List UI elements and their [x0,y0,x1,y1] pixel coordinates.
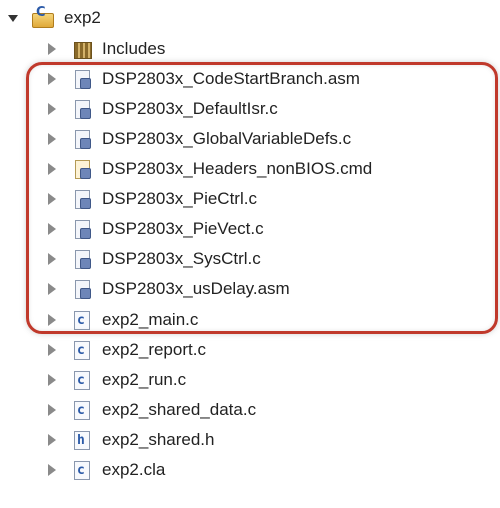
tree-node-label: DSP2803x_usDelay.asm [102,279,290,298]
project-folder-icon [32,5,54,28]
tree-node-includes[interactable]: Includes [0,34,500,64]
linked-cmd-file-icon [72,159,92,179]
expand-arrow-icon[interactable] [48,404,56,416]
project-name: exp2 [64,8,101,27]
linked-file-icon [72,279,92,299]
tree-node-label: DSP2803x_GlobalVariableDefs.c [102,129,352,148]
tree-node-label: exp2_shared.h [102,430,215,449]
library-folder-icon [72,39,92,59]
tree-node-label: DSP2803x_PieCtrl.c [102,189,257,208]
expand-arrow-icon[interactable] [48,223,56,235]
tree-node-file[interactable]: DSP2803x_SysCtrl.c [0,244,500,274]
tree-node-label: exp2_main.c [102,310,199,329]
c-file-icon: c [74,401,90,420]
tree-node-label: DSP2803x_DefaultIsr.c [102,99,278,118]
tree-node-file[interactable]: DSP2803x_PieCtrl.c [0,184,500,214]
tree-node-file[interactable]: DSP2803x_DefaultIsr.c [0,94,500,124]
tree-node-project[interactable]: exp2 [0,3,500,33]
c-file-icon: c [74,461,90,480]
tree-node-file[interactable]: h exp2_shared.h [0,425,500,455]
tree-node-label: DSP2803x_PieVect.c [102,219,264,238]
linked-file-icon [72,219,92,239]
tree-node-label: exp2_run.c [102,370,187,389]
tree-node-label: exp2.cla [102,460,166,479]
expand-arrow-icon[interactable] [48,314,56,326]
linked-file-icon [72,69,92,89]
tree-node-label: exp2_shared_data.c [102,400,257,419]
c-file-icon: c [74,341,90,360]
tree-node-file[interactable]: c exp2_report.c [0,335,500,365]
tree-node-file[interactable]: DSP2803x_Headers_nonBIOS.cmd [0,154,500,184]
tree-node-file[interactable]: DSP2803x_usDelay.asm [0,274,500,304]
linked-file-icon [72,99,92,119]
tree-node-file[interactable]: DSP2803x_GlobalVariableDefs.c [0,124,500,154]
tree-node-label: exp2_report.c [102,340,206,359]
expand-arrow-icon[interactable] [48,283,56,295]
h-file-icon: h [74,431,90,450]
tree-node-file[interactable]: c exp2_run.c [0,365,500,395]
expand-arrow-icon[interactable] [48,43,56,55]
tree-node-file[interactable]: c exp2_shared_data.c [0,395,500,425]
tree-node-label: Includes [102,39,166,58]
c-file-icon: c [74,371,90,390]
linked-file-icon [72,189,92,209]
c-file-icon: c [74,311,90,330]
tree-node-file[interactable]: DSP2803x_PieVect.c [0,214,500,244]
tree-node-label: DSP2803x_Headers_nonBIOS.cmd [102,159,373,178]
expand-arrow-icon[interactable] [48,434,56,446]
expand-arrow-icon[interactable] [48,374,56,386]
tree-node-file[interactable]: c exp2_main.c [0,305,500,335]
tree-node-label: DSP2803x_CodeStartBranch.asm [102,69,360,88]
expand-arrow-icon[interactable] [48,253,56,265]
tree-node-file[interactable]: DSP2803x_CodeStartBranch.asm [0,64,500,94]
expand-arrow-icon[interactable] [48,103,56,115]
linked-file-icon [72,129,92,149]
project-explorer-tree: exp2 Includes DSP2803x_CodeStartBranch.a… [0,0,500,508]
tree-node-file[interactable]: c exp2.cla [0,455,500,485]
expand-arrow-icon[interactable] [48,193,56,205]
expand-arrow-icon[interactable] [48,464,56,476]
expand-arrow-icon[interactable] [8,15,18,22]
tree-node-label: DSP2803x_SysCtrl.c [102,249,261,268]
expand-arrow-icon[interactable] [48,163,56,175]
expand-arrow-icon[interactable] [48,73,56,85]
linked-file-icon [72,249,92,269]
expand-arrow-icon[interactable] [48,133,56,145]
expand-arrow-icon[interactable] [48,344,56,356]
